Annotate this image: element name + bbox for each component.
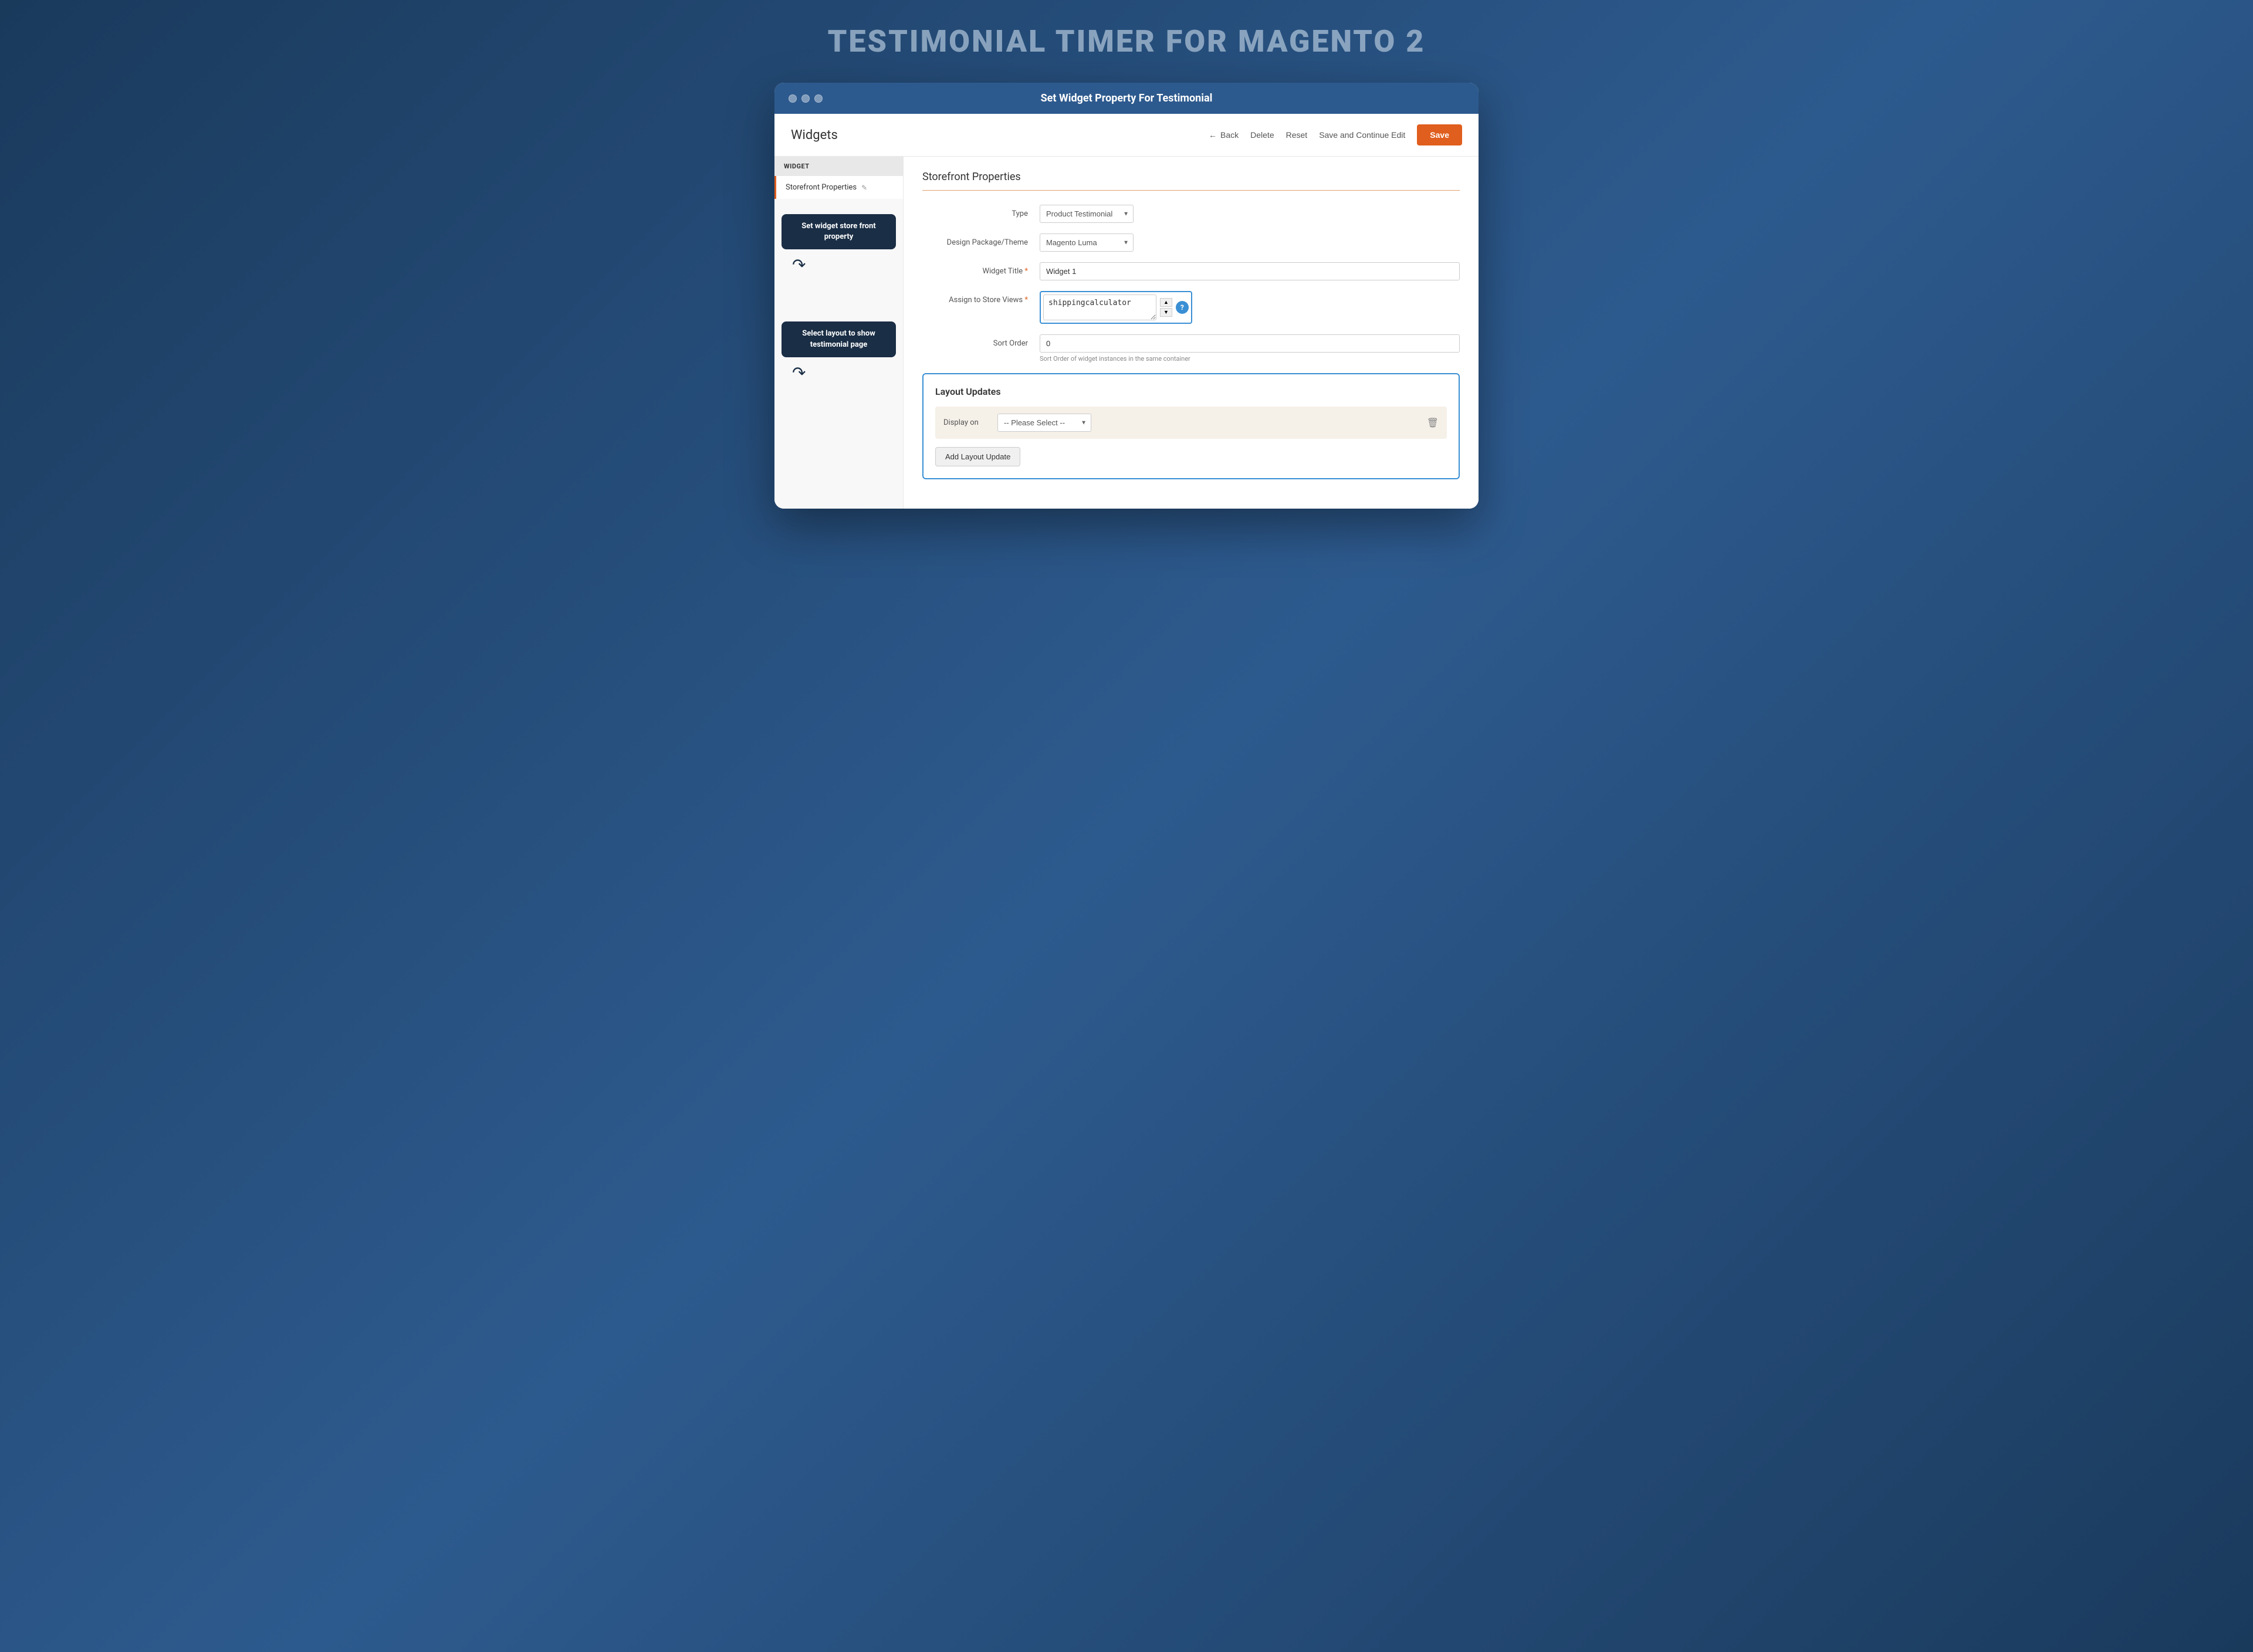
store-views-row: Assign to Store Views * shippingcalculat… — [922, 291, 1460, 324]
main-content: Storefront Properties Type Product Testi… — [904, 157, 1479, 509]
type-label: Type — [922, 205, 1040, 218]
widget-title-input[interactable] — [1040, 262, 1460, 280]
stepper-up-button[interactable]: ▲ — [1160, 298, 1172, 307]
type-select[interactable]: Product Testimonial — [1040, 205, 1134, 223]
admin-header: Widgets ← Back Delete Reset Save and Con… — [774, 114, 1479, 157]
design-label: Design Package/Theme — [922, 233, 1040, 247]
help-icon[interactable]: ? — [1176, 301, 1189, 314]
browser-dot-1 — [789, 94, 797, 103]
sidebar-item-storefront[interactable]: Storefront Properties ✎ — [774, 176, 903, 199]
save-button[interactable]: Save — [1417, 124, 1462, 145]
display-on-select[interactable]: -- Please Select -- — [997, 414, 1091, 432]
layout-annotation-box: Select layout to show testimonial page — [782, 321, 896, 357]
sidebar-section-title: WIDGET — [774, 157, 903, 176]
widget-title-control — [1040, 262, 1460, 280]
layout-update-row: Display on -- Please Select -- ▼ 🗑 — [935, 407, 1447, 439]
store-views-wrapper: shippingcalculator ▲ ▼ ? — [1040, 291, 1192, 324]
store-views-label: Assign to Store Views * — [922, 291, 1040, 304]
admin-title: Widgets — [791, 128, 838, 143]
design-row: Design Package/Theme Magento Luma ▼ — [922, 233, 1460, 252]
header-actions: ← Back Delete Reset Save and Continue Ed… — [1209, 124, 1462, 145]
store-views-textarea[interactable]: shippingcalculator — [1043, 294, 1156, 320]
add-layout-button[interactable]: Add Layout Update — [935, 447, 1020, 466]
design-select[interactable]: Magento Luma — [1040, 233, 1134, 252]
back-label: Back — [1220, 130, 1239, 140]
arrow-to-store-views-icon: ↷ — [792, 255, 903, 275]
type-select-wrapper: Product Testimonial ▼ — [1040, 205, 1134, 223]
display-on-label: Display on — [943, 418, 990, 427]
widget-title-row: Widget Title * — [922, 262, 1460, 280]
delete-button[interactable]: Delete — [1250, 130, 1274, 140]
browser-titlebar: Set Widget Property For Testimonial — [774, 83, 1479, 114]
sidebar-item-label: Storefront Properties — [786, 183, 857, 192]
browser-window: Set Widget Property For Testimonial Widg… — [774, 83, 1479, 509]
layout-updates-title: Layout Updates — [935, 386, 1447, 397]
back-arrow-icon: ← — [1209, 130, 1217, 140]
sort-order-control: Sort Order of widget instances in the sa… — [1040, 334, 1460, 363]
design-select-wrapper: Magento Luma ▼ — [1040, 233, 1134, 252]
browser-dot-3 — [814, 94, 823, 103]
design-control: Magento Luma ▼ — [1040, 233, 1460, 252]
sidebar: WIDGET Storefront Properties ✎ Set widge… — [774, 157, 904, 509]
admin-body: WIDGET Storefront Properties ✎ Set widge… — [774, 157, 1479, 509]
save-continue-button[interactable]: Save and Continue Edit — [1319, 130, 1405, 140]
storefront-annotation-box: Set widget store front property — [782, 214, 896, 249]
sort-order-row: Sort Order Sort Order of widget instance… — [922, 334, 1460, 363]
sort-order-input[interactable] — [1040, 334, 1460, 353]
type-control: Product Testimonial ▼ — [1040, 205, 1460, 223]
browser-title: Set Widget Property For Testimonial — [1041, 92, 1213, 104]
back-button[interactable]: ← Back — [1209, 130, 1239, 140]
annotation-area: Set widget store front property ↷ Select… — [774, 199, 903, 392]
layout-updates-section: Layout Updates Display on -- Please Sele… — [922, 373, 1460, 479]
store-views-required-star: * — [1024, 296, 1028, 304]
widget-title-label: Widget Title * — [922, 262, 1040, 276]
admin-layout: Widgets ← Back Delete Reset Save and Con… — [774, 114, 1479, 509]
reset-button[interactable]: Reset — [1286, 130, 1308, 140]
sort-order-label: Sort Order — [922, 334, 1040, 348]
page-headline: TESTIMONIAL TIMER FOR MAGENTO 2 — [828, 23, 1426, 59]
browser-dot-2 — [801, 94, 810, 103]
delete-layout-icon[interactable]: 🗑 — [1427, 417, 1439, 428]
type-row: Type Product Testimonial ▼ — [922, 205, 1460, 223]
section-title: Storefront Properties — [922, 171, 1460, 191]
edit-icon: ✎ — [861, 184, 867, 192]
arrow-to-layout-icon: ↷ — [792, 363, 903, 382]
required-star: * — [1024, 267, 1028, 276]
stepper-controls: ▲ ▼ — [1160, 298, 1172, 317]
browser-dots — [789, 94, 823, 103]
store-views-control: shippingcalculator ▲ ▼ ? — [1040, 291, 1460, 324]
stepper-down-button[interactable]: ▼ — [1160, 308, 1172, 317]
sort-order-hint: Sort Order of widget instances in the sa… — [1040, 355, 1460, 363]
display-on-select-wrapper: -- Please Select -- ▼ — [997, 414, 1091, 432]
